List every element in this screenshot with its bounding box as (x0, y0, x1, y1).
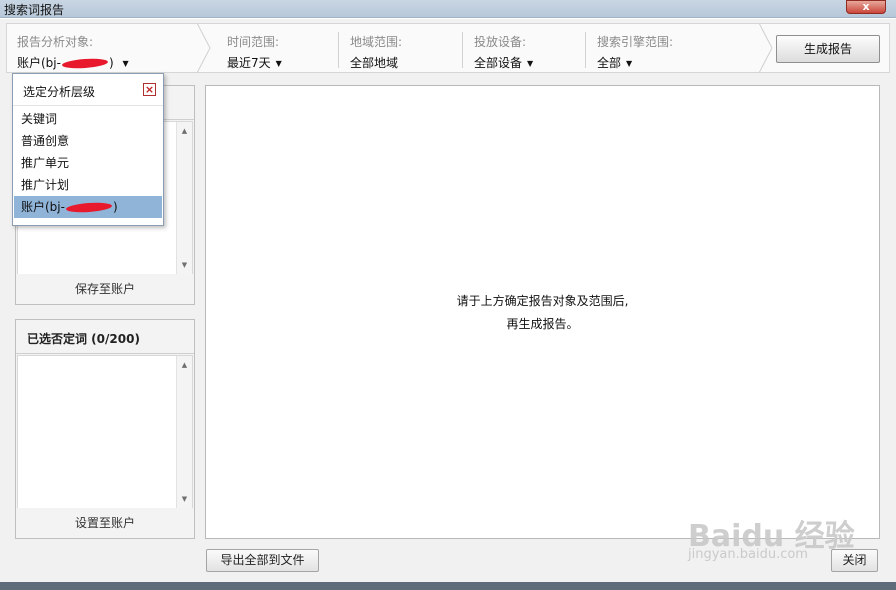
negative-keywords-panel: 已选否定词 (0/200) ▲ ▼ 设置至账户 (15, 319, 195, 539)
level-option-unit[interactable]: 推广单元 (14, 152, 162, 174)
level-option-keyword[interactable]: 关键词 (14, 108, 162, 130)
level-option-creative[interactable]: 普通创意 (14, 130, 162, 152)
vertical-scrollbar[interactable]: ▲ ▼ (176, 122, 192, 274)
caret-down-icon: ▼ (527, 59, 534, 68)
level-option-account[interactable]: 账户(bj-) (14, 196, 162, 218)
filter-value[interactable]: 全部地域 (350, 54, 398, 71)
window-titlebar: 搜索词报告 x (0, 0, 896, 18)
scroll-up-icon[interactable]: ▲ (177, 358, 192, 372)
filter-value[interactable]: 全部设备 ▼ (474, 54, 533, 71)
set-to-account-button[interactable]: 设置至账户 (16, 508, 194, 538)
chevron-separator-icon (759, 23, 773, 73)
export-all-button[interactable]: 导出全部到文件 (206, 549, 319, 572)
popup-header: 选定分析层级 × (13, 74, 163, 106)
filter-value[interactable]: 账户(bj-) ▼ (17, 54, 129, 71)
filter-label: 时间范围: (227, 35, 280, 49)
filter-search-engine[interactable]: 搜索引擎范围: 全部 ▼ (597, 24, 717, 74)
filter-label: 搜索引擎范围: (597, 35, 674, 49)
caret-down-icon: ▼ (122, 59, 129, 68)
scroll-up-icon[interactable]: ▲ (177, 124, 192, 138)
window-title: 搜索词报告 (4, 3, 65, 17)
caret-down-icon: ▼ (626, 59, 633, 68)
scroll-down-icon[interactable]: ▼ (177, 258, 192, 272)
panel-header: 已选否定词 (0/200) (16, 320, 194, 354)
empty-message-line2: 再生成报告。 (506, 317, 579, 331)
save-to-account-button[interactable]: 保存至账户 (16, 274, 194, 304)
generate-report-button[interactable]: 生成报告 (776, 35, 880, 63)
chevron-separator-icon (197, 23, 211, 73)
scroll-down-icon[interactable]: ▼ (177, 492, 192, 506)
panel-title: 已选否定词 (0/200) (27, 332, 140, 346)
filter-label: 报告分析对象: (17, 35, 94, 49)
filter-label: 投放设备: (474, 35, 527, 49)
close-icon[interactable]: × (143, 83, 156, 96)
filter-label: 地域范围: (350, 35, 403, 49)
popup-title: 选定分析层级 (23, 85, 96, 99)
close-icon: x (862, 0, 870, 13)
redaction-mark (61, 57, 109, 70)
filter-device[interactable]: 投放设备: 全部设备 ▼ (474, 24, 574, 74)
window-close-button[interactable]: x (846, 0, 886, 14)
filter-report-object[interactable]: 报告分析对象: 账户(bj-) ▼ (17, 24, 197, 74)
filter-value[interactable]: 全部 ▼ (597, 54, 632, 71)
report-window: 报告分析对象: 账户(bj-) ▼ 时间范围: 最近7天 ▼ 地域范围: 全部地域… (0, 18, 896, 590)
filter-value[interactable]: 最近7天 ▼ (227, 54, 282, 71)
vertical-scrollbar[interactable]: ▲ ▼ (176, 356, 192, 508)
taskbar-strip (0, 582, 896, 590)
filter-region[interactable]: 地域范围: 全部地域 (350, 24, 450, 74)
report-area: 请于上方确定报告对象及范围后, 再生成报告。 (205, 85, 880, 539)
filter-bar: 报告分析对象: 账户(bj-) ▼ 时间范围: 最近7天 ▼ 地域范围: 全部地域… (6, 23, 890, 73)
level-option-plan[interactable]: 推广计划 (14, 174, 162, 196)
negative-keyword-list[interactable]: ▲ ▼ (17, 355, 193, 509)
watermark-url: jingyan.baidu.com (688, 547, 808, 562)
separator (462, 32, 463, 68)
separator (338, 32, 339, 68)
empty-message-line1: 请于上方确定报告对象及范围后, (456, 294, 629, 308)
analysis-level-popup: 选定分析层级 × 关键词 普通创意 推广单元 推广计划 账户(bj-) (12, 73, 164, 226)
separator (585, 32, 586, 68)
caret-down-icon: ▼ (275, 59, 282, 68)
filter-time-range[interactable]: 时间范围: 最近7天 ▼ (227, 24, 327, 74)
redaction-mark (65, 201, 113, 214)
